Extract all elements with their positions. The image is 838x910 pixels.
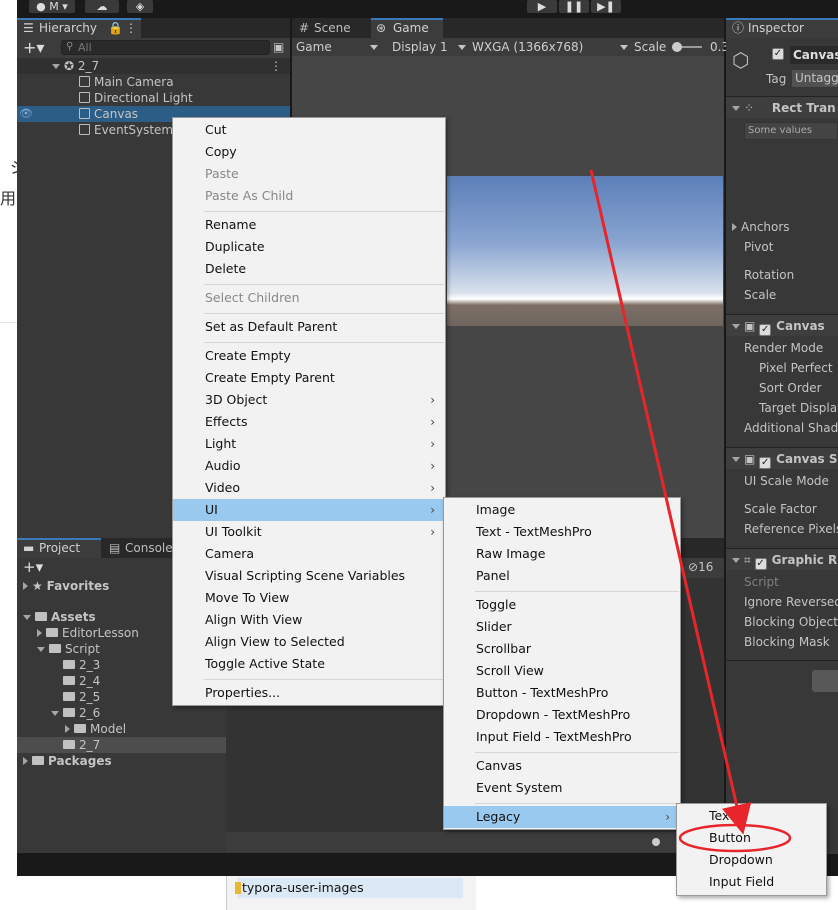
annotation-circle xyxy=(678,823,792,853)
annotation-overlay xyxy=(589,169,792,853)
annotation-arrow xyxy=(589,169,752,835)
